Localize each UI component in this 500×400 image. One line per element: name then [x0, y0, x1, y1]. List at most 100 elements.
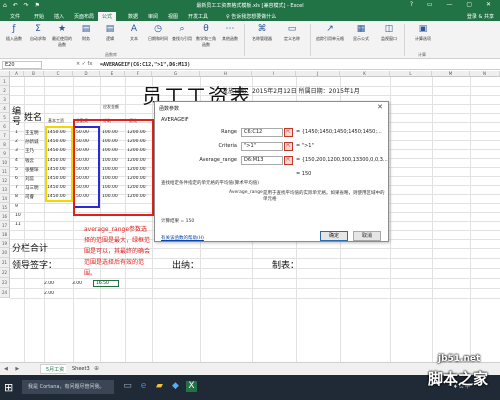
row-header[interactable]: 9 [0, 149, 10, 158]
name-box[interactable]: E20 [2, 61, 42, 69]
store-icon[interactable]: ◆ [170, 381, 181, 392]
recent-functions-button[interactable]: ★ 最近使用的函数 [51, 23, 73, 49]
insert-function-button[interactable]: ƒ 插入函数 [3, 23, 25, 49]
cell-name[interactable]: 马三明 [25, 185, 39, 191]
cell-name[interactable]: 司睿 [25, 194, 34, 200]
tab-formulas[interactable]: 公式 [98, 12, 117, 21]
column-header[interactable]: I [252, 71, 296, 77]
average-range-input[interactable]: D6:M13 [241, 156, 283, 165]
cell-number[interactable]: 6 [15, 176, 18, 181]
autosum-button[interactable]: Σ 自动求和 [27, 23, 49, 49]
cell-name[interactable]: 王乃 [25, 148, 34, 154]
tab-home[interactable]: 开始 [30, 12, 48, 21]
column-header[interactable]: C [44, 71, 73, 77]
cell-number[interactable]: 1 [15, 130, 18, 135]
cell-number[interactable]: 2 [15, 139, 18, 144]
cell-number[interactable]: 5 [15, 167, 18, 172]
logical-button[interactable]: ▤ 逻辑 [99, 23, 121, 49]
row-header[interactable]: 5 [0, 113, 10, 122]
cell-number[interactable]: 9 [15, 204, 18, 209]
row-header[interactable]: 16 [0, 212, 10, 221]
row-header[interactable]: 7 [0, 131, 10, 140]
define-name-button[interactable]: ▭ 定义名称 [278, 23, 306, 49]
sheet-nav-arrows[interactable]: ◀ ▶ [4, 366, 22, 372]
math-button[interactable]: θ 数学和三角函数 [195, 23, 217, 49]
tab-view[interactable]: 视图 [164, 12, 182, 21]
window-controls[interactable]: ? ▭ — ▢ ✕ [410, 1, 497, 8]
row-header[interactable]: 19 [0, 239, 10, 248]
name-manager-button[interactable]: ⌘ 名称管理器 [249, 23, 275, 49]
formula-input[interactable]: =AVERAGEIF(C6:C12,">1",D6:M13) [100, 61, 190, 69]
row-header[interactable]: 24 [0, 288, 10, 298]
column-header[interactable]: M [432, 71, 470, 77]
tab-page-layout[interactable]: 页面布局 [70, 12, 98, 21]
add-sheet-icon[interactable]: ⊕ [94, 365, 99, 372]
range-input[interactable]: C6:C12 [241, 128, 283, 137]
login-share[interactable]: 登录 & 共享 [467, 13, 494, 20]
close-icon[interactable]: ✕ [377, 103, 383, 111]
row-header[interactable]: 6 [0, 122, 10, 131]
text-button[interactable]: A 文本 [123, 23, 145, 49]
criteria-input[interactable]: ">1" [241, 142, 283, 151]
help-link[interactable]: 有关该函数的帮助(H) [161, 235, 204, 241]
lookup-button[interactable]: ⌕ 查找与引用 [171, 23, 193, 49]
row-header[interactable]: 14 [0, 194, 10, 203]
tab-file[interactable]: 文件 [6, 12, 24, 21]
cell-name[interactable]: 王五明 [25, 130, 39, 136]
row-header[interactable]: 2 [0, 86, 10, 95]
cortana-search[interactable]: 我是 Cortana，有问题尽管问我。 [22, 380, 114, 394]
more-functions-button[interactable]: ⋯ 其他函数 [219, 23, 241, 49]
row-header[interactable]: 23 [0, 278, 10, 288]
row-header[interactable]: 4 [0, 104, 10, 113]
cell-name[interactable]: 钱云 [25, 158, 34, 164]
cell-c21[interactable]: 2.00 [44, 291, 54, 296]
range-collapse-icon[interactable]: ⇱ [284, 128, 293, 137]
cell-d20[interactable]: 3.00 [72, 281, 82, 286]
cell-c20[interactable]: 2.00 [44, 281, 54, 286]
column-header[interactable]: G [152, 71, 200, 77]
sheet-tab-sheet3[interactable]: Sheet3 [66, 364, 96, 374]
row-header[interactable]: 18 [0, 230, 10, 239]
row-header[interactable]: 1 [0, 77, 10, 86]
cell-number[interactable]: 10 [15, 213, 21, 218]
row-header[interactable]: 20 [0, 248, 10, 258]
active-cell-e20[interactable]: 16.50 [93, 280, 119, 287]
cancel-button[interactable]: 取消 [353, 231, 381, 241]
row-header[interactable]: 10 [0, 158, 10, 167]
tell-me-box[interactable]: ♀ 告诉我您想要做什么 [222, 12, 280, 21]
edge-icon[interactable]: e [138, 381, 149, 392]
trace-precedents-button[interactable]: ↗ 追踪引用单元格 [314, 23, 346, 49]
cell-number[interactable]: 4 [15, 158, 18, 163]
tab-developer[interactable]: 开发工具 [184, 12, 212, 21]
column-header[interactable]: E [100, 71, 125, 77]
ok-button[interactable]: 确定 [320, 231, 348, 241]
calc-options-button[interactable]: ▣ 计算选项 [410, 23, 436, 49]
column-header[interactable]: A [10, 71, 24, 77]
datetime-button[interactable]: ◷ 日期和时间 [147, 23, 169, 49]
financial-button[interactable]: ▤ 财务 [75, 23, 97, 49]
column-header[interactable]: D [73, 71, 100, 77]
cell-number[interactable]: 7 [15, 185, 18, 190]
task-view-icon[interactable]: ▭ [122, 381, 133, 392]
row-header[interactable]: 21 [0, 258, 10, 268]
row-header[interactable]: 8 [0, 140, 10, 149]
formula-buttons[interactable]: × ✓ fx [76, 61, 98, 67]
cell-name[interactable]: 刘蕊 [25, 176, 34, 182]
column-header[interactable]: J [296, 71, 340, 77]
excel-icon[interactable]: X [186, 381, 197, 392]
column-header[interactable]: N [470, 71, 500, 77]
cell-number[interactable]: 3 [15, 148, 18, 153]
row-header[interactable]: 12 [0, 176, 10, 185]
watch-window-button[interactable]: ◫ 监视窗口 [376, 23, 402, 49]
tab-review[interactable]: 审阅 [144, 12, 162, 21]
column-header[interactable]: K [340, 71, 390, 77]
cell-name[interactable]: 孙新诚 [25, 139, 39, 145]
cell-number[interactable]: 11 [15, 222, 21, 227]
tab-insert[interactable]: 插入 [50, 12, 68, 21]
column-header[interactable]: H [200, 71, 252, 77]
folder-icon[interactable]: ▰ [154, 381, 165, 392]
criteria-collapse-icon[interactable]: ⇱ [284, 142, 293, 151]
row-header[interactable]: 22 [0, 268, 10, 278]
row-header[interactable]: 11 [0, 167, 10, 176]
average-range-collapse-icon[interactable]: ⇱ [284, 156, 293, 165]
